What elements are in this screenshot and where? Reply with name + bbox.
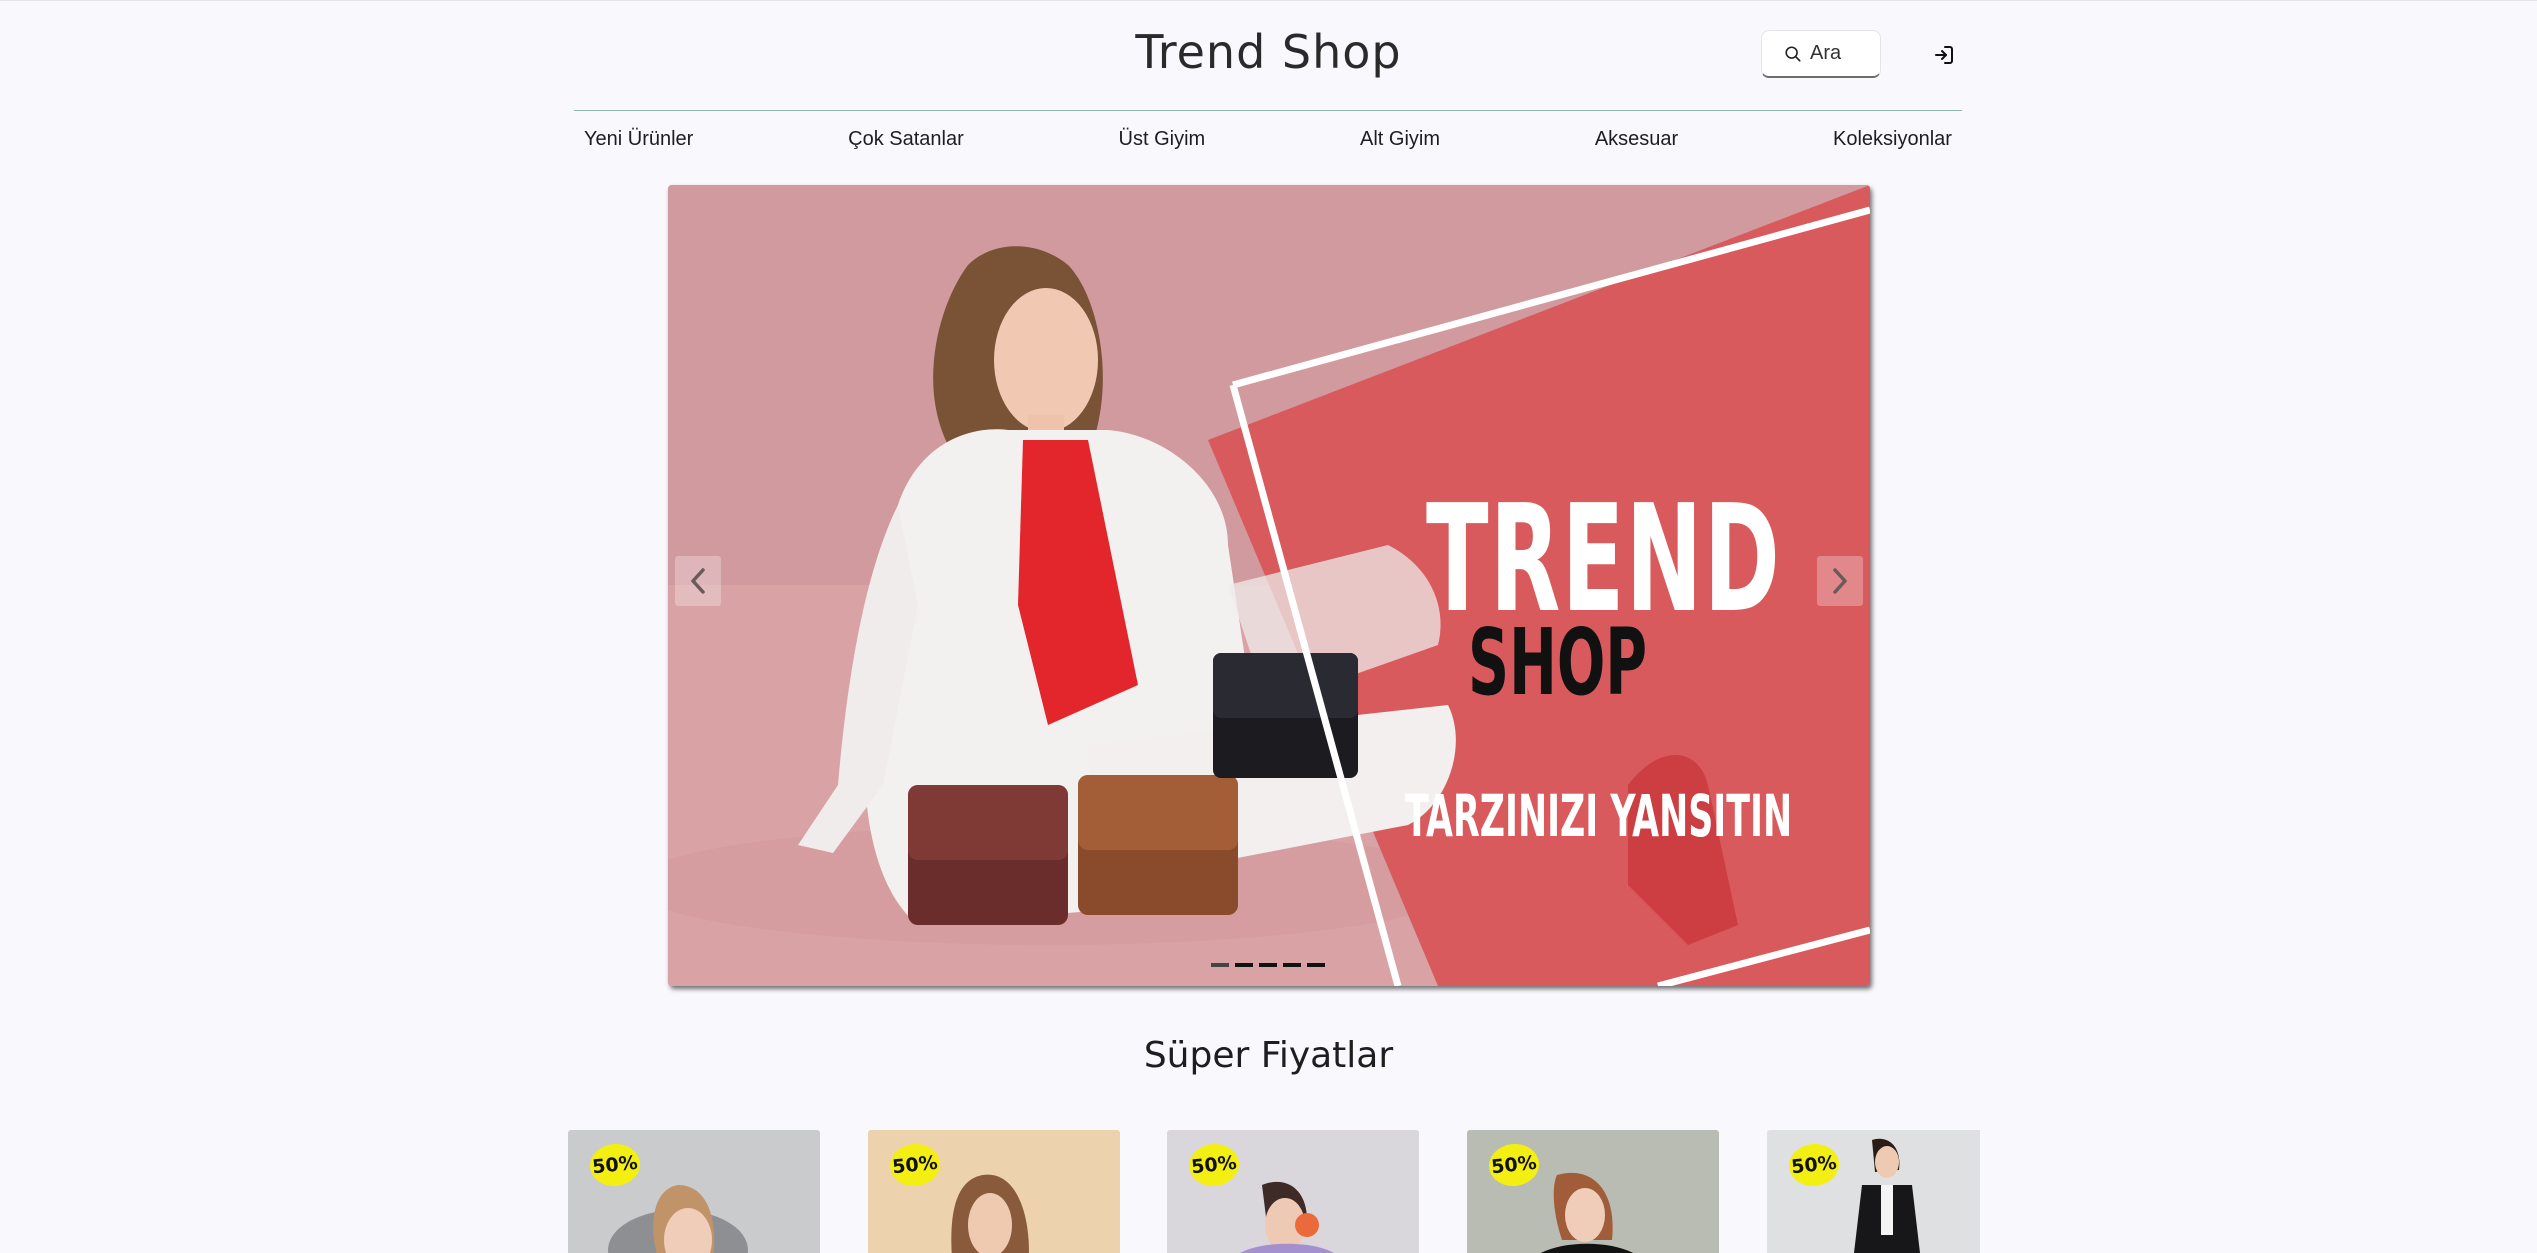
- carousel-dot-1[interactable]: [1211, 963, 1229, 967]
- carousel-next-button[interactable]: [1817, 556, 1863, 606]
- carousel-dot-2[interactable]: [1235, 963, 1253, 967]
- hero-subtitle: SHOP: [1468, 609, 1648, 716]
- nav-item-accessories[interactable]: Aksesuar: [1595, 128, 1678, 151]
- carousel-dot-4[interactable]: [1283, 963, 1301, 967]
- product-card[interactable]: 50%: [868, 1130, 1120, 1253]
- carousel-indicators: [1211, 963, 1325, 967]
- search-box[interactable]: [1761, 30, 1881, 78]
- product-carousel: 50% 50% 50% 50% 50%: [568, 1130, 1980, 1253]
- nav-divider: [574, 110, 1962, 111]
- login-icon: [1935, 46, 1953, 64]
- product-card[interactable]: 50%: [1467, 1130, 1719, 1253]
- hero-tagline: TARZINIZI YANSITIN: [1405, 782, 1793, 850]
- carousel-prev-button[interactable]: [675, 556, 721, 606]
- site-title: Trend Shop: [1135, 25, 1402, 79]
- search-icon: [1785, 45, 1801, 62]
- main-nav: Yeni Ürünler Çok Satanlar Üst Giyim Alt …: [574, 119, 1962, 159]
- search-input[interactable]: [1810, 42, 1880, 65]
- carousel-dot-5[interactable]: [1307, 963, 1325, 967]
- carousel-dot-3[interactable]: [1259, 963, 1277, 967]
- product-card[interactable]: 50%: [568, 1130, 820, 1253]
- nav-item-collections[interactable]: Koleksiyonlar: [1833, 128, 1952, 151]
- nav-item-best-sellers[interactable]: Çok Satanlar: [848, 128, 964, 151]
- product-card[interactable]: 50%: [1167, 1130, 1419, 1253]
- section-title: Süper Fiyatlar: [1143, 1035, 1394, 1076]
- chevron-left-icon: [691, 568, 705, 594]
- nav-item-new-products[interactable]: Yeni Ürünler: [584, 128, 693, 151]
- hero-carousel: TREND SHOP TARZINIZI YANSITIN: [668, 185, 1870, 986]
- nav-item-tops[interactable]: Üst Giyim: [1119, 128, 1206, 151]
- chevron-right-icon: [1833, 568, 1847, 594]
- nav-item-bottoms[interactable]: Alt Giyim: [1360, 128, 1440, 151]
- login-button[interactable]: [1930, 41, 1958, 69]
- product-card[interactable]: 50%: [1767, 1130, 1980, 1253]
